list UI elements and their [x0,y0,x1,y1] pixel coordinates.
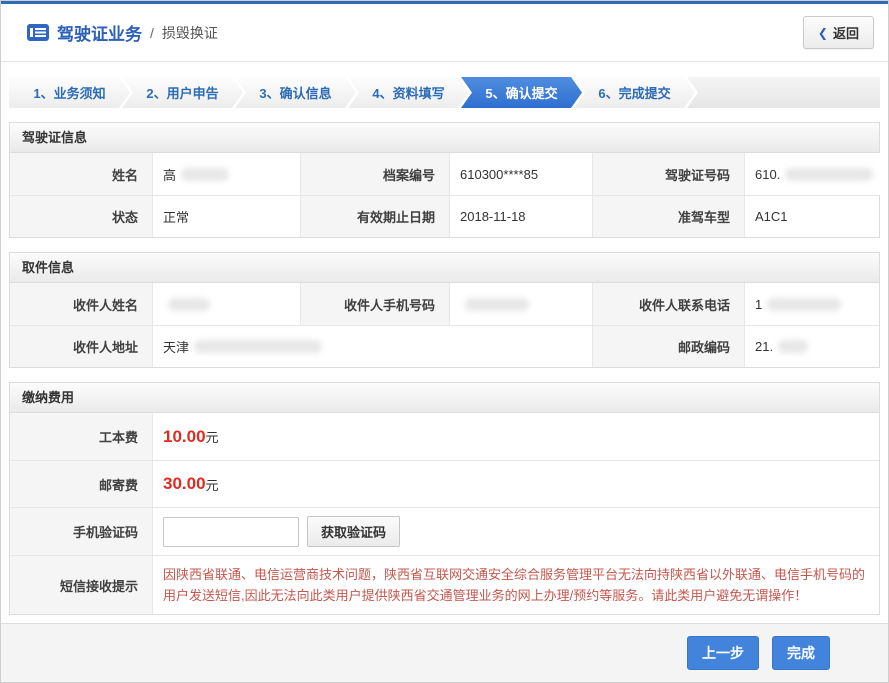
license-number-value: 610. [744,153,883,195]
sms-notice-label: 短信接收提示 [10,555,152,614]
pickup-section-title: 取件信息 [10,253,879,283]
step-wizard-filler [687,77,880,108]
recipient-address-value: 天津 [152,325,592,367]
sms-code-input[interactable] [163,517,299,547]
breadcrumb: 驾驶证业务 / 损毁换证 [27,20,218,45]
breadcrumb-separator: / [150,25,154,41]
back-button[interactable]: ❮ 返回 [803,16,874,49]
step-5-confirm-submit: 5、确认提交 [461,77,582,108]
footer-action-bar: 上一步 完成 [1,623,888,682]
step-2-user-declaration: 2、用户申告 [122,77,243,108]
back-button-label: 返回 [833,23,859,42]
sms-code-label: 手机验证码 [10,507,152,555]
license-row-2: 状态 正常 有效期止日期 2018-11-18 准驾车型 A1C1 [10,195,879,237]
redacted-blur [778,340,808,353]
vehicle-class-label: 准驾车型 [592,195,744,237]
fees-section: 缴纳费用 工本费 10.00元 邮寄费 30.00元 手机验证码 获取验证码 短… [9,382,880,615]
redacted-blur [181,168,229,181]
name-value: 高 [152,153,300,195]
vehicle-class-value: A1C1 [744,195,879,237]
page-header: 驾驶证业务 / 损毁换证 ❮ 返回 [1,4,888,62]
license-section-title: 驾驶证信息 [10,123,879,153]
page-subtitle: 损毁换证 [162,23,218,43]
expiry-date-label: 有效期止日期 [300,195,449,237]
production-fee-value: 10.00元 [152,413,879,460]
recipient-name-value [152,283,300,325]
license-row-1: 姓名 高 档案编号 610300****85 驾驶证号码 610. [10,153,879,195]
sms-notice-text: 因陕西省联通、电信运营商技术问题，陕西省互联网交通安全综合服务管理平台无法向持陕… [152,555,879,614]
expiry-date-value: 2018-11-18 [449,195,592,237]
recipient-address-label: 收件人地址 [10,325,152,367]
pickup-row-2: 收件人地址 天津 邮政编码 21. [10,325,879,367]
back-chevron-icon: ❮ [818,26,828,40]
recipient-phone-value: 1 [744,283,879,325]
recipient-phone-label: 收件人联系电话 [592,283,744,325]
postage-fee-row: 邮寄费 30.00元 [10,460,879,507]
step-1-business-notice: 1、业务须知 [9,77,130,108]
step-6-complete-submit: 6、完成提交 [574,77,695,108]
recipient-mobile-value [449,283,592,325]
sms-code-field-wrap: 获取验证码 [152,507,879,555]
status-value: 正常 [152,195,300,237]
page-title: 驾驶证业务 [57,20,142,45]
postage-fee-value: 30.00元 [152,460,879,507]
step-3-confirm-info: 3、确认信息 [235,77,356,108]
file-number-value: 610300****85 [449,153,592,195]
fees-section-title: 缴纳费用 [10,383,879,413]
redacted-blur [194,340,322,353]
redacted-blur [767,298,841,311]
name-label: 姓名 [10,153,152,195]
recipient-name-label: 收件人姓名 [10,283,152,325]
get-sms-code-button[interactable]: 获取验证码 [307,516,400,547]
production-fee-label: 工本费 [10,413,152,460]
file-number-label: 档案编号 [300,153,449,195]
status-label: 状态 [10,195,152,237]
sms-notice-row: 短信接收提示 因陕西省联通、电信运营商技术问题，陕西省互联网交通安全综合服务管理… [10,555,879,614]
license-info-section: 驾驶证信息 姓名 高 档案编号 610300****85 驾驶证号码 610. … [9,122,880,238]
previous-step-button[interactable]: 上一步 [687,636,759,670]
pickup-info-section: 取件信息 收件人姓名 收件人手机号码 收件人联系电话 1 收件人地址 天津 [9,252,880,368]
step-wizard: 1、业务须知 2、用户申告 3、确认信息 4、资料填写 5、确认提交 6、完成提… [9,77,880,108]
license-number-label: 驾驶证号码 [592,153,744,195]
redacted-blur [785,168,873,181]
recipient-mobile-label: 收件人手机号码 [300,283,449,325]
zip-code-value: 21. [744,325,879,367]
page: 驾驶证业务 / 损毁换证 ❮ 返回 1、业务须知 2、用户申告 3、确认信息 4… [0,0,889,683]
production-fee-row: 工本费 10.00元 [10,413,879,460]
sms-code-row: 手机验证码 获取验证码 [10,507,879,555]
step-4-fill-data: 4、资料填写 [348,77,469,108]
redacted-blur [465,298,529,311]
finish-button[interactable]: 完成 [772,636,830,670]
postage-fee-label: 邮寄费 [10,460,152,507]
license-card-icon [27,24,49,41]
zip-code-label: 邮政编码 [592,325,744,367]
redacted-blur [168,298,210,311]
pickup-row-1: 收件人姓名 收件人手机号码 收件人联系电话 1 [10,283,879,325]
